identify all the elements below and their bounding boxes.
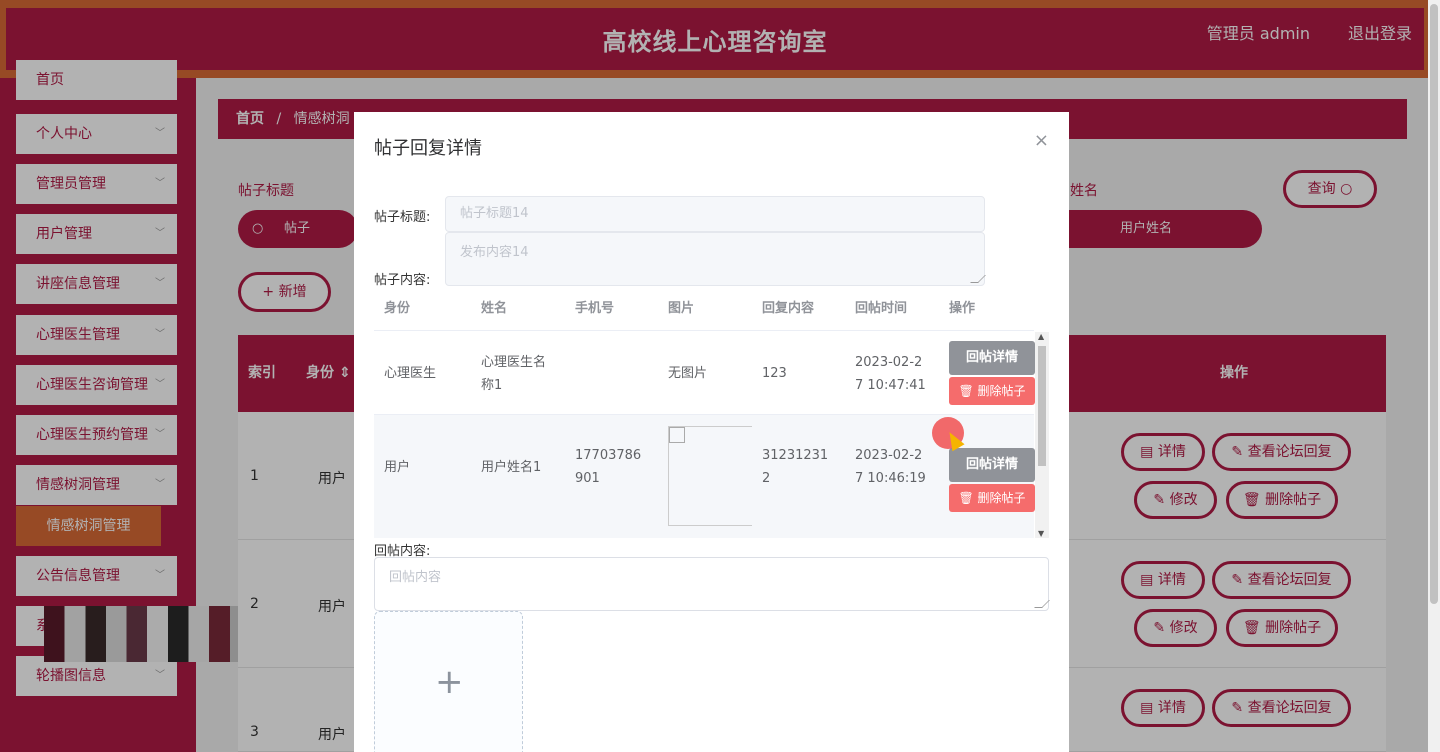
reply-name: 心理医生名 <box>481 355 547 370</box>
column-header-identity: 身份 <box>384 301 411 316</box>
column-header-phone: 手机号 <box>575 301 615 316</box>
reply-content: 31231231 <box>762 448 829 463</box>
column-header-name: 姓名 <box>481 301 508 316</box>
scrollbar-thumb[interactable] <box>1430 4 1438 604</box>
column-header-image: 图片 <box>668 301 695 316</box>
reply-content: 123 <box>762 366 787 381</box>
reply-detail-button[interactable]: 回帖详情 <box>949 341 1035 375</box>
column-header-actions: 操作 <box>949 301 976 316</box>
reply-time: 2023-02-2 <box>855 355 923 370</box>
column-header-reply-content: 回复内容 <box>762 301 815 316</box>
post-content-label: 帖子内容: <box>374 273 431 288</box>
delete-reply-button[interactable]: 🗑 删除帖子 <box>949 484 1035 512</box>
reply-content-placeholder: 回帖内容 <box>389 570 442 585</box>
post-content-field[interactable]: 发布内容14 <box>445 232 986 286</box>
reply-table: 身份 姓名 手机号 图片 回复内容 回帖时间 操作 心理医生 心理医生名 称1 … <box>374 288 1049 538</box>
page-scrollbar[interactable] <box>1428 0 1440 752</box>
reply-time: 2023-02-2 <box>855 448 923 463</box>
image-upload-area[interactable]: + <box>374 611 523 752</box>
resize-handle-icon[interactable] <box>1034 600 1050 608</box>
image-placeholder-icon <box>669 427 685 443</box>
plus-icon: + <box>435 662 464 702</box>
reply-time-cont: 7 10:47:41 <box>855 378 926 393</box>
scroll-up-icon[interactable]: ▲ <box>1038 332 1044 341</box>
close-icon[interactable]: × <box>1034 130 1049 151</box>
reply-content-input[interactable]: 回帖内容 <box>374 557 1050 611</box>
reply-identity: 心理医生 <box>384 366 437 381</box>
post-content-value: 发布内容14 <box>460 245 529 260</box>
column-header-reply-time: 回帖时间 <box>855 301 908 316</box>
scrollbar-thumb[interactable] <box>1038 346 1046 466</box>
reply-phone: 17703786 <box>575 448 642 463</box>
reply-time-cont: 7 10:46:19 <box>855 471 926 486</box>
dialog-title: 帖子回复详情 <box>374 138 482 159</box>
resize-handle-icon[interactable] <box>970 275 986 283</box>
reply-image-none: 无图片 <box>668 366 708 381</box>
delete-reply-button[interactable]: 🗑 删除帖子 <box>949 377 1035 405</box>
post-title-label: 帖子标题: <box>374 210 431 225</box>
reply-detail-button[interactable]: 回帖详情 <box>949 448 1035 482</box>
reply-content-cont: 2 <box>762 471 771 486</box>
reply-table-scrollbar[interactable]: ▲ ▼ <box>1035 332 1049 538</box>
scroll-down-icon[interactable]: ▼ <box>1038 529 1044 538</box>
reply-identity: 用户 <box>384 460 411 475</box>
reply-name-cont: 称1 <box>481 378 503 393</box>
broken-image-icon[interactable] <box>668 426 752 526</box>
divider <box>374 330 1034 331</box>
post-title-field[interactable]: 帖子标题14 <box>445 196 985 232</box>
reply-name: 用户姓名1 <box>481 460 542 475</box>
reply-phone-cont: 901 <box>575 471 600 486</box>
